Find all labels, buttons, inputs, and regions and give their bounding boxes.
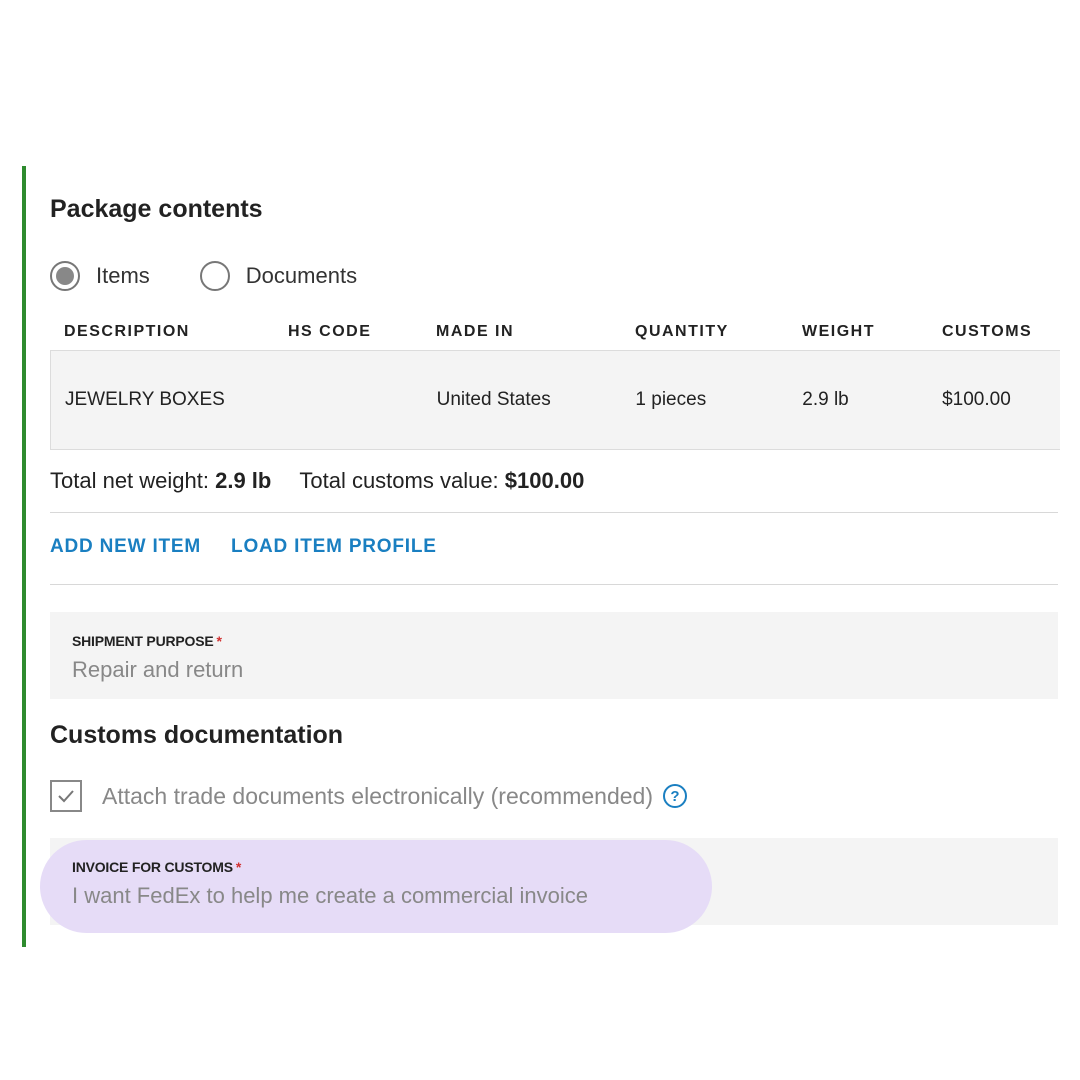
invoice-for-customs-select[interactable]: INVOICE FOR CUSTOMS * I want FedEx to hel…	[40, 838, 1058, 933]
section-accent-bar	[22, 166, 26, 947]
radio-items-circle[interactable]	[50, 261, 80, 291]
items-table: DESCRIPTION HS CODE MADE IN QUANTITY WEI…	[50, 314, 1060, 450]
shipment-purpose-select[interactable]: SHIPMENT PURPOSE * Repair and return	[50, 612, 1058, 699]
shipment-purpose-value: Repair and return	[72, 657, 244, 682]
header-quantity: QUANTITY	[635, 323, 729, 340]
radio-documents-label[interactable]: Documents	[246, 263, 357, 289]
cell-customs: $100.00	[942, 389, 1011, 410]
divider	[50, 584, 1058, 585]
attach-documents-row: Attach trade documents electronically (r…	[50, 780, 687, 812]
invoice-value: I want FedEx to help me create a commerc…	[72, 883, 589, 908]
shipment-purpose-label: SHIPMENT PURPOSE *	[72, 633, 1058, 649]
invoice-label-text: INVOICE FOR CUSTOMS	[72, 859, 233, 875]
attach-documents-checkbox[interactable]	[50, 780, 82, 812]
cell-description: JEWELRY BOXES	[65, 389, 225, 410]
radio-items-label[interactable]: Items	[96, 263, 150, 289]
customs-documentation-title: Customs documentation	[50, 721, 344, 749]
item-actions: ADD NEW ITEM LOAD ITEM PROFILE	[50, 536, 467, 558]
total-customs-value: Total customs value: $100.00	[299, 468, 584, 494]
cell-made-in: United States	[436, 389, 551, 410]
total-customs-value-label: Total customs value:	[299, 468, 499, 493]
header-made-in: MADE IN	[436, 323, 515, 340]
required-marker: *	[216, 633, 222, 649]
add-new-item-link[interactable]: ADD NEW ITEM	[50, 536, 201, 558]
package-contents-title: Package contents	[50, 195, 263, 223]
total-customs-value-value: $100.00	[504, 468, 585, 493]
required-marker: *	[235, 859, 242, 875]
invoice-label: INVOICE FOR CUSTOMS *	[72, 859, 1058, 875]
radio-items[interactable]: Items	[50, 261, 150, 291]
total-net-weight: Total net weight: 2.9 lb	[50, 468, 271, 494]
header-customs: CUSTOMS	[942, 323, 1033, 340]
table-header-row: DESCRIPTION HS CODE MADE IN QUANTITY WEI…	[50, 314, 1060, 350]
header-description: DESCRIPTION	[64, 323, 190, 340]
divider	[50, 512, 1058, 513]
shipment-purpose-label-text: SHIPMENT PURPOSE	[72, 633, 214, 649]
cell-weight: 2.9 lb	[802, 389, 849, 410]
radio-documents[interactable]: Documents	[199, 261, 357, 291]
load-item-profile-link[interactable]: LOAD ITEM PROFILE	[231, 536, 437, 558]
contents-type-radio-group: Items Documents	[50, 261, 407, 291]
radio-documents-circle[interactable]	[199, 261, 230, 291]
table-row[interactable]: JEWELRY BOXES United States 1 pieces 2.9…	[50, 350, 1060, 450]
radio-selected-dot	[56, 267, 74, 285]
totals-summary: Total net weight: 2.9 lb Total customs v…	[50, 468, 612, 494]
total-net-weight-value: 2.9 lb	[215, 468, 272, 493]
checkmark-icon	[58, 790, 74, 803]
cell-quantity: 1 pieces	[635, 389, 707, 410]
help-icon[interactable]: ?	[662, 784, 687, 808]
header-weight: WEIGHT	[802, 323, 875, 340]
total-net-weight-label: Total net weight:	[50, 468, 209, 493]
attach-documents-label[interactable]: Attach trade documents electronically (r…	[102, 783, 653, 810]
header-hs-code: HS CODE	[288, 323, 372, 340]
